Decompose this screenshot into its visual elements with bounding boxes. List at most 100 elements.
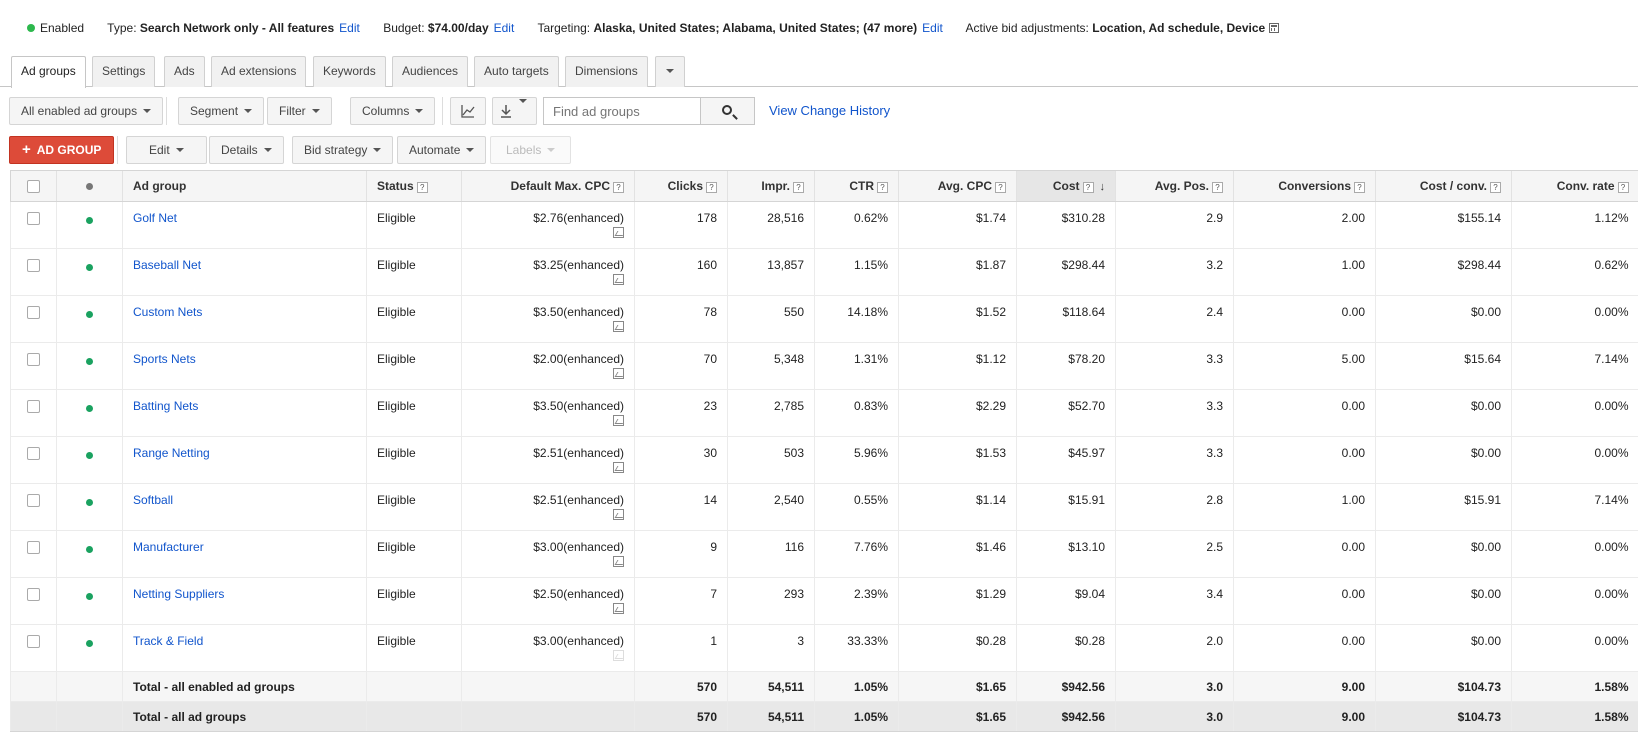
help-icon[interactable]: ?	[1212, 182, 1223, 193]
enabled-dot-icon[interactable]	[86, 405, 93, 412]
col-header-conv-rate[interactable]: Conv. rate?	[1511, 170, 1638, 202]
bid-simulator-icon[interactable]	[613, 556, 624, 567]
enabled-dot-icon[interactable]	[86, 264, 93, 271]
help-icon[interactable]: ?	[1082, 182, 1094, 193]
ad-group-link[interactable]: Sports Nets	[133, 352, 196, 366]
bid-simulator-icon[interactable]	[613, 321, 624, 332]
ad-group-link[interactable]: Range Netting	[133, 446, 210, 460]
tab-ads[interactable]: Ads	[164, 56, 205, 87]
tab-ad-extensions[interactable]: Ad extensions	[211, 56, 307, 87]
help-icon[interactable]: ?	[877, 182, 888, 193]
add-ad-group-button[interactable]: + AD GROUP	[9, 136, 115, 164]
row-checkbox[interactable]	[27, 259, 40, 273]
bid-strategy-dropdown[interactable]: Bid strategy	[292, 136, 394, 164]
cpc-value[interactable]: $2.76(enhanced)	[533, 211, 624, 225]
tab-audiences[interactable]: Audiences	[392, 56, 469, 87]
enabled-dot-icon[interactable]	[86, 640, 93, 647]
enabled-dot-icon[interactable]	[86, 546, 93, 553]
cpc-value[interactable]: $2.00(enhanced)	[533, 352, 624, 366]
view-filter-dropdown[interactable]: All enabled ad groups	[9, 97, 164, 125]
help-icon[interactable]: ?	[1490, 182, 1501, 193]
row-checkbox[interactable]	[27, 541, 40, 555]
calculator-icon[interactable]	[1269, 23, 1280, 33]
bid-simulator-icon[interactable]	[613, 650, 624, 661]
help-icon[interactable]: ?	[995, 182, 1006, 193]
tab-dimensions[interactable]: Dimensions	[565, 56, 648, 87]
find-ad-groups-input[interactable]	[543, 97, 700, 125]
tab-more-dropdown[interactable]	[655, 56, 685, 87]
edit-targeting-link[interactable]: Edit	[922, 21, 943, 35]
help-icon[interactable]: ?	[1617, 182, 1629, 193]
enabled-dot-icon[interactable]	[86, 217, 93, 224]
cpc-value[interactable]: $2.51(enhanced)	[533, 446, 624, 460]
enabled-dot-icon[interactable]	[86, 452, 93, 459]
col-header-impr[interactable]: Impr.?	[727, 170, 815, 202]
automate-dropdown[interactable]: Automate	[397, 136, 487, 164]
cpc-value[interactable]: $3.25(enhanced)	[533, 258, 624, 272]
details-dropdown[interactable]: Details	[209, 136, 284, 164]
download-dropdown[interactable]	[492, 97, 537, 125]
col-header-avg-pos[interactable]: Avg. Pos.?	[1115, 170, 1234, 202]
col-header-clicks[interactable]: Clicks?	[634, 170, 728, 202]
search-button[interactable]	[700, 97, 755, 125]
bid-simulator-icon[interactable]	[613, 509, 624, 520]
help-icon[interactable]: ?	[416, 182, 428, 193]
cpc-value[interactable]: $3.50(enhanced)	[533, 399, 624, 413]
tab-ad-groups[interactable]: Ad groups	[11, 56, 86, 88]
bid-simulator-icon[interactable]	[613, 603, 624, 614]
bid-simulator-icon[interactable]	[613, 368, 624, 379]
ad-group-link[interactable]: Batting Nets	[133, 399, 198, 413]
row-checkbox[interactable]	[27, 447, 40, 461]
ad-group-link[interactable]: Baseball Net	[133, 258, 201, 272]
help-icon[interactable]: ?	[1354, 182, 1365, 193]
cpc-value[interactable]: $3.50(enhanced)	[533, 305, 624, 319]
row-checkbox[interactable]	[27, 353, 40, 367]
row-checkbox[interactable]	[27, 212, 40, 226]
row-checkbox[interactable]	[27, 494, 40, 508]
help-icon[interactable]: ?	[613, 182, 624, 193]
col-header-ad-group[interactable]: Ad group	[122, 170, 367, 202]
cpc-value[interactable]: $3.00(enhanced)	[533, 540, 624, 554]
tab-auto-targets[interactable]: Auto targets	[474, 56, 559, 87]
cpc-value[interactable]: $2.51(enhanced)	[533, 493, 624, 507]
segment-dropdown[interactable]: Segment	[178, 97, 265, 125]
col-header-cost[interactable]: Cost? ↓	[1016, 170, 1116, 202]
tab-keywords[interactable]: Keywords	[313, 56, 386, 87]
col-header-status[interactable]: Status?	[366, 170, 462, 202]
bid-simulator-icon[interactable]	[613, 274, 624, 285]
ad-group-link[interactable]: Softball	[133, 493, 173, 507]
bid-simulator-icon[interactable]	[613, 227, 624, 238]
tab-settings[interactable]: Settings	[92, 56, 156, 87]
row-checkbox[interactable]	[27, 400, 40, 414]
enabled-dot-icon[interactable]	[86, 593, 93, 600]
ad-group-link[interactable]: Golf Net	[133, 211, 177, 225]
cpc-value[interactable]: $2.50(enhanced)	[533, 587, 624, 601]
col-header-avg-cpc[interactable]: Avg. CPC?	[898, 170, 1017, 202]
ad-group-link[interactable]: Netting Suppliers	[133, 587, 224, 601]
cpc-value[interactable]: $3.00(enhanced)	[533, 634, 624, 648]
col-header-cost-per-conv[interactable]: Cost / conv.?	[1375, 170, 1512, 202]
col-header-conversions[interactable]: Conversions?	[1233, 170, 1376, 202]
ad-group-link[interactable]: Track & Field	[133, 634, 203, 648]
select-all-checkbox[interactable]	[27, 180, 40, 194]
col-header-default-max-cpc[interactable]: Default Max. CPC?	[461, 170, 635, 202]
filter-dropdown[interactable]: Filter	[267, 97, 332, 125]
enabled-dot-icon[interactable]	[86, 499, 93, 506]
col-header-ctr[interactable]: CTR?	[814, 170, 899, 202]
edit-type-link[interactable]: Edit	[339, 21, 360, 35]
bid-simulator-icon[interactable]	[613, 415, 624, 426]
row-checkbox[interactable]	[27, 635, 40, 649]
ad-group-link[interactable]: Custom Nets	[133, 305, 202, 319]
edit-budget-link[interactable]: Edit	[494, 21, 515, 35]
row-checkbox[interactable]	[27, 588, 40, 602]
columns-dropdown[interactable]: Columns	[350, 97, 436, 125]
enabled-dot-icon[interactable]	[86, 311, 93, 318]
view-change-history-link[interactable]: View Change History	[769, 103, 890, 118]
chart-toggle-button[interactable]	[450, 97, 486, 125]
bid-simulator-icon[interactable]	[613, 462, 624, 473]
row-checkbox[interactable]	[27, 306, 40, 320]
help-icon[interactable]: ?	[706, 182, 717, 193]
enabled-dot-icon[interactable]	[86, 358, 93, 365]
edit-dropdown[interactable]: Edit	[126, 136, 207, 164]
ad-group-link[interactable]: Manufacturer	[133, 540, 204, 554]
